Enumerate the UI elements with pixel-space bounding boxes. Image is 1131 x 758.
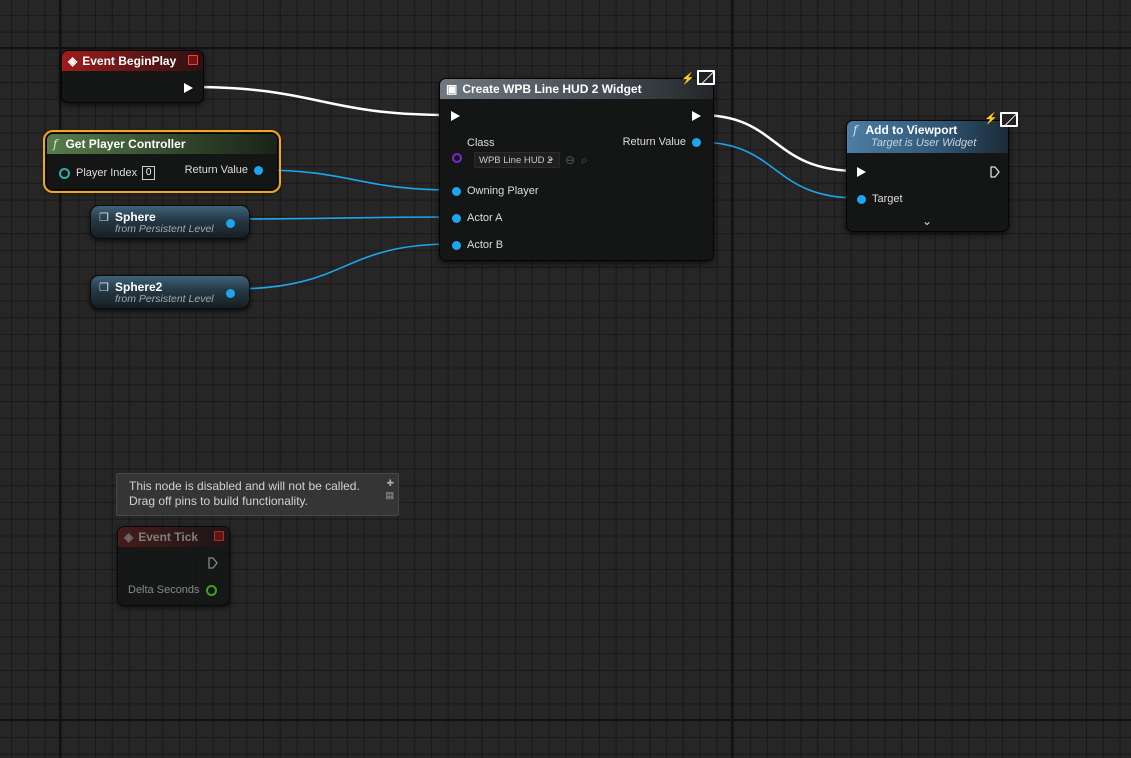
class-dropdown[interactable]: WPB Line HUD 2 ⌄ — [474, 152, 560, 168]
exec-out-icon — [184, 83, 193, 93]
latent-bolt-icon: ⚡ — [984, 113, 998, 125]
create-widget-return-value-label: Return Value — [622, 136, 686, 148]
actor-b-label: Actor B — [467, 239, 504, 251]
event-tick-exec-out[interactable] — [208, 557, 218, 569]
get-player-controller-node[interactable]: f Get Player Controller Player Index 0 R… — [43, 130, 281, 193]
target-label: Target — [872, 193, 903, 205]
disabled-comment-line1: This node is disabled and will not be ca… — [129, 479, 360, 493]
exec-in-icon — [857, 167, 866, 177]
create-widget-node[interactable]: ▣ Create WPB Line HUD 2 Widget ⚡ Class W… — [439, 70, 715, 261]
widget-icon: ▣ — [446, 82, 458, 96]
create-widget-exec-in[interactable] — [451, 111, 460, 121]
class-pin-icon — [452, 153, 462, 163]
add-to-viewport-title: Add to Viewport — [865, 123, 958, 137]
object-wire-return-to-target — [697, 141, 859, 199]
sphere2-variable-node[interactable]: ❒ Sphere2 from Persistent Level — [90, 275, 250, 309]
sphere-variable-node[interactable]: ❒ Sphere from Persistent Level — [90, 205, 250, 239]
get-player-controller-header[interactable]: f Get Player Controller — [47, 134, 277, 154]
exec-wire-beginplay-to-create — [189, 85, 451, 117]
latent-bolt-icon: ⚡ — [681, 73, 695, 85]
event-diamond-icon: ◈ — [68, 54, 78, 68]
actor-b-pin[interactable]: Actor B — [452, 239, 503, 251]
actor-a-label: Actor A — [467, 212, 503, 224]
add-to-viewport-exec-in[interactable] — [857, 167, 866, 177]
exec-out-icon — [692, 111, 701, 121]
class-label: Class — [467, 137, 495, 149]
get-player-controller-title: Get Player Controller — [65, 137, 186, 151]
event-tick-node[interactable]: ◈ Event Tick Delta Seconds — [117, 526, 230, 606]
comment-bubble-icon[interactable]: ▤ — [385, 488, 394, 503]
object-pin-icon — [452, 240, 461, 250]
object-wire-controller-to-owning-player — [259, 169, 453, 191]
event-begin-play-title: Event BeginPlay — [82, 54, 177, 68]
float-pin-icon — [205, 584, 217, 596]
function-icon: f — [53, 137, 58, 151]
class-pin[interactable]: Class — [452, 137, 495, 163]
object-pin-icon — [692, 137, 701, 147]
controller-return-value-pin[interactable]: Return Value — [185, 164, 263, 176]
event-tick-header[interactable]: ◈ Event Tick — [118, 527, 229, 547]
add-to-viewport-header[interactable]: f Add to Viewport Target is User Widget — [847, 121, 1008, 153]
player-index-label: Player Index — [76, 167, 138, 179]
disabled-node-comment: This node is disabled and will not be ca… — [116, 473, 399, 516]
sphere-output-pin[interactable] — [226, 219, 235, 228]
sphere2-subtitle: from Persistent Level — [115, 293, 214, 305]
actor-a-pin[interactable]: Actor A — [452, 212, 502, 224]
object-pin-icon — [254, 165, 263, 175]
int-pin-icon — [59, 167, 70, 179]
create-widget-exec-out[interactable] — [692, 111, 701, 121]
object-pin-icon — [857, 194, 866, 204]
actor-cube-icon: ❒ — [99, 282, 109, 294]
delta-seconds-pin[interactable]: Delta Seconds — [128, 584, 217, 596]
exec-out-hollow-icon — [990, 166, 1000, 178]
owning-player-pin[interactable]: Owning Player — [452, 185, 539, 197]
object-pin-icon — [452, 186, 461, 196]
sphere2-output-pin[interactable] — [226, 289, 235, 298]
delta-seconds-label: Delta Seconds — [128, 584, 200, 596]
owning-player-label: Owning Player — [467, 185, 539, 197]
add-to-viewport-exec-out[interactable] — [990, 166, 1000, 178]
controller-return-value-label: Return Value — [184, 164, 248, 176]
object-wire-sphere-to-actor-a — [231, 216, 453, 220]
player-index-pin[interactable]: Player Index 0 — [59, 166, 156, 180]
player-index-value[interactable]: 0 — [142, 166, 156, 180]
sphere-title: Sphere — [115, 210, 156, 224]
sphere2-title: Sphere2 — [115, 280, 163, 294]
chevron-down-icon: ⌄ — [922, 214, 933, 228]
monitor-icon — [697, 70, 715, 85]
add-to-viewport-node[interactable]: f Add to Viewport Target is User Widget … — [846, 112, 1018, 232]
target-pin[interactable]: Target — [857, 193, 903, 205]
advanced-display-toggle[interactable]: ⌄ — [922, 214, 932, 228]
create-widget-title: Create WPB Line HUD 2 Widget — [462, 82, 642, 96]
actor-cube-icon: ❒ — [99, 212, 109, 224]
create-widget-return-value-pin[interactable]: Return Value — [623, 136, 701, 148]
create-widget-header[interactable]: ▣ Create WPB Line HUD 2 Widget — [440, 79, 713, 99]
disabled-comment-line2: Drag off pins to build functionality. — [129, 494, 308, 508]
event-begin-play-exec-out[interactable] — [184, 83, 193, 93]
event-stop-icon — [214, 531, 224, 541]
monitor-icon — [1000, 112, 1018, 127]
chevron-down-icon: ⌄ — [546, 153, 555, 164]
exec-out-hollow-icon — [208, 557, 218, 569]
function-icon: f — [853, 123, 858, 137]
event-begin-play-node[interactable]: ◈ Event BeginPlay — [61, 50, 204, 103]
event-diamond-icon: ◈ — [124, 530, 134, 544]
object-wire-sphere2-to-actor-b — [231, 243, 453, 290]
browse-search-icon[interactable]: ⌕ — [581, 153, 588, 168]
add-to-viewport-subtitle: Target is User Widget — [871, 137, 977, 149]
exec-wire-create-to-viewport — [699, 113, 859, 173]
event-stop-icon — [188, 55, 198, 65]
class-dropdown-value: WPB Line HUD 2 — [479, 154, 553, 166]
exec-in-icon — [451, 111, 460, 121]
event-tick-title: Event Tick — [138, 530, 199, 544]
sphere-subtitle: from Persistent Level — [115, 223, 214, 235]
object-pin-icon — [452, 213, 461, 223]
event-begin-play-header[interactable]: ◈ Event BeginPlay — [62, 51, 203, 71]
use-selected-icon[interactable]: ⊖ — [565, 153, 575, 167]
